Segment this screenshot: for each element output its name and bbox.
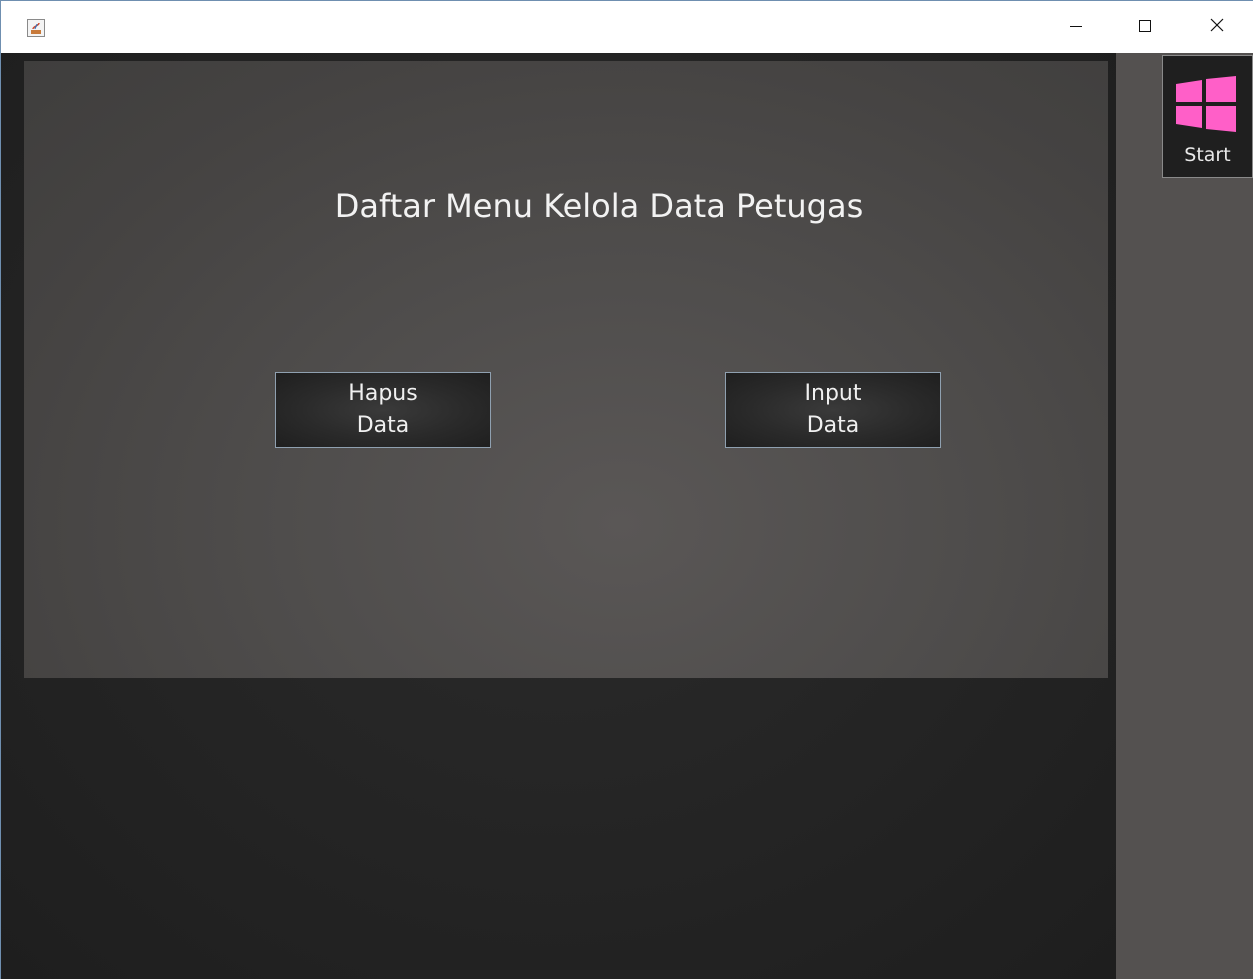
maximize-button[interactable]	[1122, 2, 1168, 52]
hapus-data-button[interactable]: Hapus Data	[275, 372, 491, 448]
start-label: Start	[1184, 144, 1231, 166]
java-app-icon[interactable]	[27, 19, 45, 37]
side-strip	[1116, 53, 1253, 979]
start-button[interactable]: Start	[1162, 55, 1253, 178]
title-bar[interactable]	[1, 0, 1253, 53]
input-data-label-line2: Data	[806, 413, 860, 438]
hapus-data-label-line1: Hapus	[348, 381, 418, 406]
input-data-label-line1: Input	[804, 381, 862, 406]
close-icon	[1209, 17, 1225, 37]
app-window: Daftar Menu Kelola Data Petugas Hapus Da…	[0, 0, 1253, 979]
close-button[interactable]	[1194, 2, 1240, 52]
windows-logo-icon	[1176, 76, 1236, 132]
main-area: Daftar Menu Kelola Data Petugas Hapus Da…	[1, 53, 1116, 979]
minimize-button[interactable]	[1053, 2, 1099, 52]
client-area: Daftar Menu Kelola Data Petugas Hapus Da…	[1, 53, 1253, 979]
input-data-button[interactable]: Input Data	[725, 372, 941, 448]
hapus-data-label-line2: Data	[356, 413, 410, 438]
maximize-icon	[1138, 18, 1152, 37]
page-title: Daftar Menu Kelola Data Petugas	[334, 187, 864, 225]
content-panel: Daftar Menu Kelola Data Petugas Hapus Da…	[24, 61, 1108, 678]
minimize-icon	[1069, 18, 1083, 37]
